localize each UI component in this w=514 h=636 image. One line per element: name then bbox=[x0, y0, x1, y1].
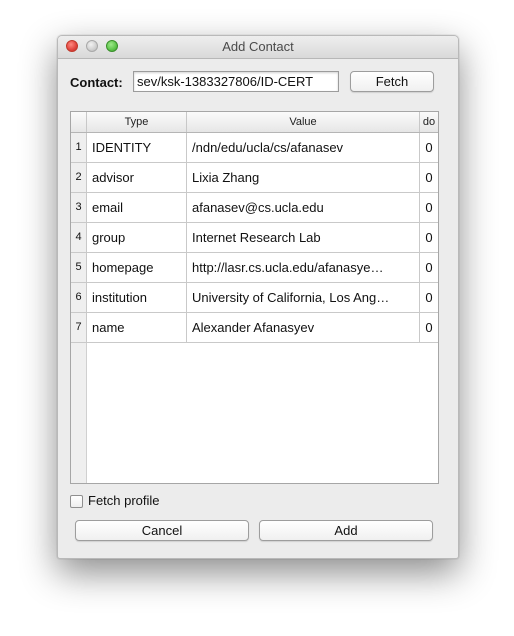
cancel-button[interactable]: Cancel bbox=[75, 520, 249, 541]
profile-table: Type Value do 1 IDENTITY /ndn/edu/ucla/c… bbox=[70, 111, 439, 484]
table-row[interactable]: 4 group Internet Research Lab 0 bbox=[71, 223, 438, 253]
trust-cell[interactable]: 0 bbox=[420, 313, 438, 342]
row-number: 5 bbox=[71, 253, 87, 282]
type-cell[interactable]: homepage bbox=[87, 253, 187, 282]
table-row[interactable]: 5 homepage http://lasr.cs.ucla.edu/afana… bbox=[71, 253, 438, 283]
contact-input-value: sev/ksk-1383327806/ID-CERT bbox=[137, 74, 314, 89]
row-number: 2 bbox=[71, 163, 87, 192]
row-number: 3 bbox=[71, 193, 87, 222]
window-title: Add Contact bbox=[222, 39, 294, 54]
trust-cell[interactable]: 0 bbox=[420, 283, 438, 312]
row-number: 7 bbox=[71, 313, 87, 342]
value-cell[interactable]: University of California, Los Ang… bbox=[187, 283, 420, 312]
table-row[interactable]: 7 name Alexander Afanasyev 0 bbox=[71, 313, 438, 343]
row-number: 4 bbox=[71, 223, 87, 252]
column-header-value[interactable]: Value bbox=[187, 112, 420, 132]
trust-cell[interactable]: 0 bbox=[420, 223, 438, 252]
table-row[interactable]: 1 IDENTITY /ndn/edu/ucla/cs/afanasev 0 bbox=[71, 133, 438, 163]
column-header-type[interactable]: Type bbox=[87, 112, 187, 132]
row-number: 1 bbox=[71, 133, 87, 162]
table-header: Type Value do bbox=[71, 112, 438, 133]
table-row[interactable]: 3 email afanasev@cs.ucla.edu 0 bbox=[71, 193, 438, 223]
type-cell[interactable]: advisor bbox=[87, 163, 187, 192]
row-number: 6 bbox=[71, 283, 87, 312]
fetch-profile-label[interactable]: Fetch profile bbox=[88, 493, 160, 508]
contact-input[interactable]: sev/ksk-1383327806/ID-CERT bbox=[133, 71, 339, 92]
corner-header bbox=[71, 112, 87, 132]
type-cell[interactable]: name bbox=[87, 313, 187, 342]
zoom-window-button[interactable] bbox=[106, 40, 118, 52]
type-cell[interactable]: institution bbox=[87, 283, 187, 312]
add-contact-dialog: Add Contact Contact: sev/ksk-1383327806/… bbox=[57, 35, 459, 559]
value-cell[interactable]: Alexander Afanasyev bbox=[187, 313, 420, 342]
type-cell[interactable]: email bbox=[87, 193, 187, 222]
type-cell[interactable]: group bbox=[87, 223, 187, 252]
title-bar: Add Contact bbox=[58, 36, 458, 59]
table-row[interactable]: 6 institution University of California, … bbox=[71, 283, 438, 313]
value-cell[interactable]: Internet Research Lab bbox=[187, 223, 420, 252]
column-header-trust[interactable]: do bbox=[420, 112, 438, 132]
value-cell[interactable]: afanasev@cs.ucla.edu bbox=[187, 193, 420, 222]
type-cell[interactable]: IDENTITY bbox=[87, 133, 187, 162]
fetch-button[interactable]: Fetch bbox=[350, 71, 434, 92]
fetch-profile-checkbox[interactable] bbox=[70, 495, 83, 508]
trust-cell[interactable]: 0 bbox=[420, 193, 438, 222]
value-cell[interactable]: http://lasr.cs.ucla.edu/afanasye… bbox=[187, 253, 420, 282]
close-window-button[interactable] bbox=[66, 40, 78, 52]
minimize-window-button[interactable] bbox=[86, 40, 98, 52]
trust-cell[interactable]: 0 bbox=[420, 253, 438, 282]
add-button[interactable]: Add bbox=[259, 520, 433, 541]
trust-cell[interactable]: 0 bbox=[420, 163, 438, 192]
value-cell[interactable]: Lixia Zhang bbox=[187, 163, 420, 192]
value-cell[interactable]: /ndn/edu/ucla/cs/afanasev bbox=[187, 133, 420, 162]
contact-label: Contact: bbox=[70, 75, 123, 90]
trust-cell[interactable]: 0 bbox=[420, 133, 438, 162]
table-row[interactable]: 2 advisor Lixia Zhang 0 bbox=[71, 163, 438, 193]
